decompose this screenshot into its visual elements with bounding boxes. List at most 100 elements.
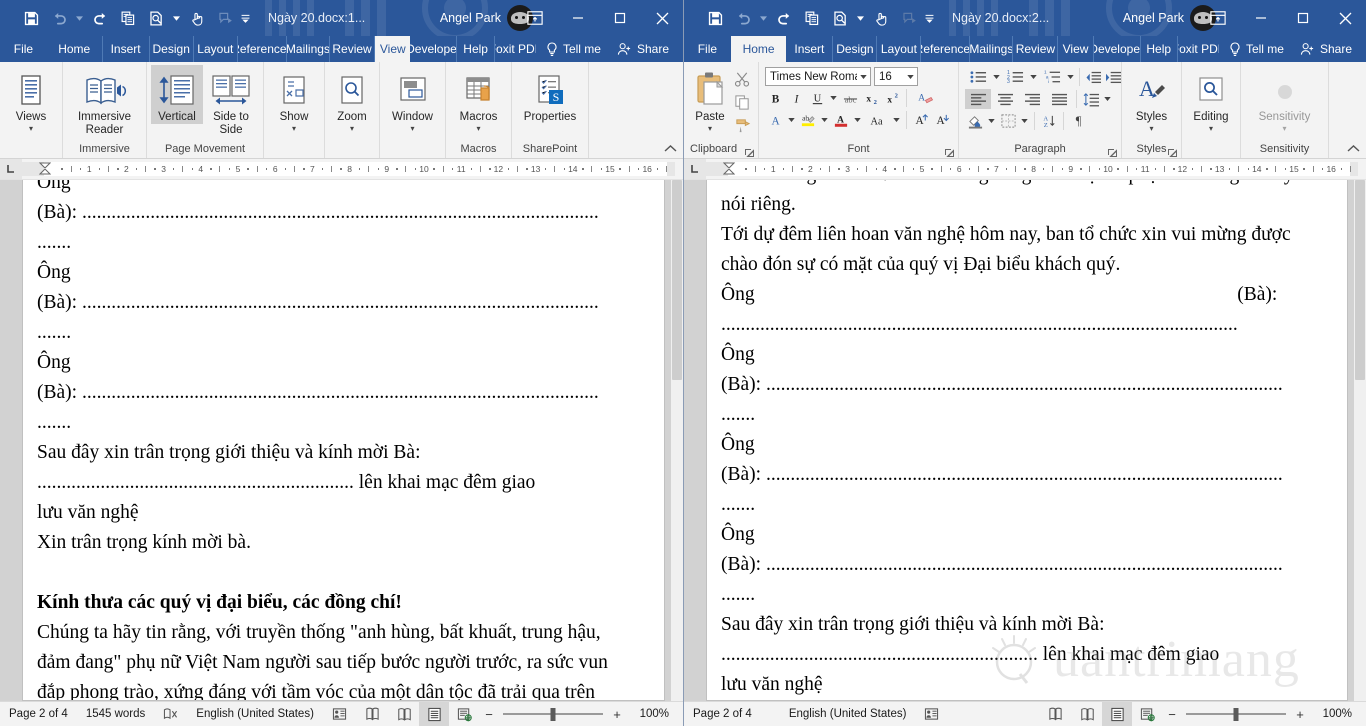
cut-scissors-icon[interactable] (732, 69, 752, 89)
zoom-button[interactable]: Zoom ▾ (329, 65, 375, 133)
macros-dropdown-icon[interactable]: ▾ (476, 124, 480, 133)
word-count-left[interactable]: 1545 words (77, 702, 154, 726)
language-indicator-right[interactable]: English (United States) (761, 702, 916, 726)
font-name-combo[interactable]: Times New Roman (765, 67, 871, 86)
print-layout-button-right[interactable] (1102, 702, 1132, 726)
window-controls-right[interactable] (1196, 0, 1366, 36)
tell-me-box-left[interactable]: Tell me (536, 36, 611, 62)
sensitivity-button[interactable]: Sensitivity ▾ (1245, 65, 1324, 133)
tab-foxit-pdf[interactable]: Foxit PDF (1178, 36, 1219, 62)
zoom-out-button-left[interactable]: − (479, 707, 499, 722)
change-case-icon[interactable]: Aa (864, 110, 890, 130)
document-text-right[interactable]: và anh hùng của PNVN nói chung cũng như … (721, 180, 1335, 700)
print-preview-icon[interactable] (827, 5, 853, 31)
superscript-icon[interactable]: x2 (882, 88, 902, 108)
undo-icon[interactable] (730, 5, 756, 31)
document-page-right[interactable]: và anh hùng của PNVN nói chung cũng như … (706, 180, 1348, 701)
tab-developer[interactable]: Developer (410, 36, 458, 62)
tab-design[interactable]: Design (150, 36, 194, 62)
text-effects-dropdown-icon[interactable] (786, 110, 797, 130)
side-to-side-button[interactable]: Side to Side (203, 65, 259, 136)
focus-mode-icon[interactable] (1039, 702, 1072, 726)
editing-button[interactable]: Editing ▾ (1186, 65, 1236, 133)
zoom-controls-left[interactable]: − + 100% (479, 702, 683, 726)
touch-mode-icon[interactable] (868, 5, 894, 31)
clear-formatting-icon[interactable]: A (911, 88, 937, 108)
paragraph-dialog-launcher[interactable] (1107, 146, 1118, 157)
properties-button[interactable]: S Properties (516, 65, 584, 124)
tab-mailings[interactable]: Mailings (287, 36, 330, 62)
undo-dropdown-icon[interactable] (74, 5, 85, 31)
document-page-left[interactable]: Ông (Bà): ..............................… (22, 180, 665, 701)
tab-help[interactable]: Help (457, 36, 495, 62)
proofing-errors-icon[interactable] (154, 702, 187, 726)
focus-mode-icon[interactable] (356, 702, 389, 726)
collapse-ribbon-icon[interactable] (1345, 140, 1361, 156)
shading-dropdown-icon[interactable] (986, 111, 997, 131)
text-highlight-icon[interactable]: ab (798, 110, 818, 130)
tab-references[interactable]: References (921, 36, 971, 62)
bullets-dropdown-icon[interactable] (991, 67, 1002, 87)
clipboard-dialog-launcher[interactable] (744, 146, 755, 157)
strikethrough-icon[interactable]: abc (840, 88, 860, 108)
decrease-indent-icon[interactable] (1083, 67, 1103, 87)
document-area-right[interactable]: và anh hùng của PNVN nói chung cũng như … (684, 180, 1366, 701)
styles-dropdown-icon[interactable]: ▾ (1149, 124, 1153, 133)
show-dropdown-icon[interactable]: ▾ (292, 124, 296, 133)
close-button-right[interactable] (1324, 0, 1366, 36)
ribbon-tabs-right[interactable]: File Home Insert Design Layout Reference… (684, 36, 1366, 62)
zoom-level-left[interactable]: 100% (627, 708, 673, 720)
print-preview-dropdown-icon[interactable] (855, 5, 866, 31)
paste-dropdown-icon[interactable]: ▾ (708, 124, 712, 133)
zoom-out-button-right[interactable]: − (1162, 707, 1182, 722)
print-preview-dropdown-icon[interactable] (171, 5, 182, 31)
borders-icon[interactable] (998, 111, 1018, 131)
tab-stop-selector-left[interactable] (0, 159, 22, 179)
tab-view[interactable]: View (375, 36, 411, 62)
tab-design[interactable]: Design (833, 36, 878, 62)
zoom-slider-left[interactable] (499, 702, 607, 726)
customize-qat-icon[interactable] (924, 5, 935, 31)
show-marks-icon[interactable]: ¶ (1068, 111, 1088, 131)
page-indicator-right[interactable]: Page 2 of 4 (684, 702, 761, 726)
tab-file[interactable]: File (0, 36, 47, 62)
vertical-scrollbar-left[interactable] (671, 180, 683, 701)
styles-dialog-launcher[interactable] (1167, 146, 1178, 157)
read-aloud-icon[interactable] (896, 5, 922, 31)
read-aloud-icon[interactable] (212, 5, 238, 31)
tab-layout[interactable]: Layout (194, 36, 238, 62)
copy-format-icon[interactable] (799, 5, 825, 31)
touch-mode-icon[interactable] (184, 5, 210, 31)
zoom-slider-right[interactable] (1182, 702, 1290, 726)
increase-indent-icon[interactable] (1103, 67, 1123, 87)
show-button[interactable]: Show ▾ (268, 65, 320, 133)
views-button[interactable]: Views ▾ (4, 65, 58, 133)
font-dialog-launcher[interactable] (944, 146, 955, 157)
font-color-icon[interactable]: A (831, 110, 851, 130)
minimize-button-right[interactable] (1240, 0, 1282, 36)
customize-qat-icon[interactable] (240, 5, 251, 31)
close-button-left[interactable] (641, 0, 683, 36)
italic-icon[interactable]: I (786, 88, 806, 108)
undo-icon[interactable] (46, 5, 72, 31)
macros-button[interactable]: Macros ▾ (450, 65, 507, 133)
zoom-in-button-right[interactable]: + (1290, 707, 1310, 722)
read-mode-button-right[interactable] (1072, 702, 1102, 726)
immersive-reader-button[interactable]: Immersive Reader (67, 65, 142, 136)
tab-layout[interactable]: Layout (877, 36, 922, 62)
line-spacing-dropdown-icon[interactable] (1102, 89, 1113, 109)
horizontal-ruler-right[interactable]: 1 2 3 4 5 6 7 8 9 10 11 12 13 14 15 16 (706, 162, 1358, 176)
page-indicator-left[interactable]: Page 2 of 4 (0, 702, 77, 726)
horizontal-ruler-left[interactable]: 1 2 3 4 5 6 7 8 9 10 11 12 13 14 15 16 (22, 162, 675, 176)
redo-icon[interactable] (87, 5, 113, 31)
sort-icon[interactable]: AZ (1039, 111, 1059, 131)
print-layout-button-left[interactable] (419, 702, 449, 726)
styles-button[interactable]: A Styles ▾ (1126, 65, 1177, 133)
web-layout-button-left[interactable] (449, 702, 479, 726)
ribbon-tabs-left[interactable]: File Home Insert Design Layout Reference… (0, 36, 683, 62)
tab-stop-selector-right[interactable] (684, 159, 706, 179)
font-size-combo[interactable]: 16 (874, 67, 918, 86)
multilevel-list-icon[interactable]: 1ai (1039, 67, 1065, 87)
vertical-scrollbar-right[interactable] (1354, 180, 1366, 701)
bold-icon[interactable]: B (765, 88, 785, 108)
